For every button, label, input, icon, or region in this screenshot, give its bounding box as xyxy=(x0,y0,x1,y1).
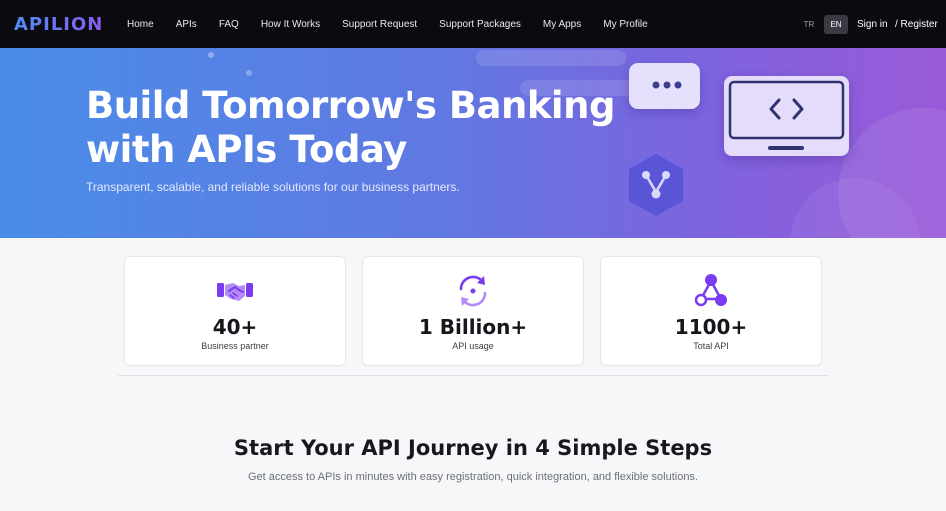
stat-value: 1100+ xyxy=(674,315,748,339)
register-link[interactable]: / Register xyxy=(895,19,938,30)
hero-subtitle: Transparent, scalable, and reliable solu… xyxy=(86,180,460,194)
lang-en-button[interactable]: EN xyxy=(824,15,848,34)
sign-in-link[interactable]: Sign in xyxy=(857,19,888,30)
decor-dot xyxy=(208,52,214,58)
nav-home[interactable]: Home xyxy=(127,19,154,30)
lang-tr-button[interactable]: TR xyxy=(798,15,820,34)
network-nodes-icon xyxy=(691,271,731,311)
refresh-cycle-icon xyxy=(453,271,493,311)
stat-value: 40+ xyxy=(212,315,258,339)
stat-value: 1 Billion+ xyxy=(418,315,528,339)
steps-title: Start Your API Journey in 4 Simple Steps xyxy=(233,436,713,460)
hero-title: Build Tomorrow's Banking with APIs Today xyxy=(86,84,615,171)
decor-dot xyxy=(246,70,252,76)
main-menu: Home APIs FAQ How It Works Support Reque… xyxy=(127,0,648,48)
section-divider xyxy=(118,375,828,376)
top-navbar: APILION Home APIs FAQ How It Works Suppo… xyxy=(0,0,946,48)
handshake-icon xyxy=(215,271,255,311)
nav-faq[interactable]: FAQ xyxy=(219,19,239,30)
nav-my-apps[interactable]: My Apps xyxy=(543,19,581,30)
nav-support-request[interactable]: Support Request xyxy=(342,19,417,30)
stat-label: Business partner xyxy=(201,341,269,351)
monitor-code-icon xyxy=(724,76,849,156)
nav-how-it-works[interactable]: How It Works xyxy=(261,19,320,30)
nav-my-profile[interactable]: My Profile xyxy=(603,19,647,30)
stat-label: API usage xyxy=(452,341,494,351)
stat-label: Total API xyxy=(693,341,729,351)
decor-bar xyxy=(476,50,626,66)
steps-subtitle: Get access to APIs in minutes with easy … xyxy=(247,471,698,483)
nav-apis[interactable]: APIs xyxy=(176,19,197,30)
stat-card-usage: 1 Billion+ API usage xyxy=(362,256,584,366)
hexagon-branch-icon xyxy=(626,152,686,218)
hero-banner: Build Tomorrow's Banking with APIs Today… xyxy=(0,48,946,238)
nav-support-packages[interactable]: Support Packages xyxy=(439,19,521,30)
stat-card-total-api: 1100+ Total API xyxy=(600,256,822,366)
stat-card-partners: 40+ Business partner xyxy=(124,256,346,366)
apilion-logo[interactable]: APILION xyxy=(14,14,103,35)
chat-dots-icon xyxy=(629,63,700,109)
